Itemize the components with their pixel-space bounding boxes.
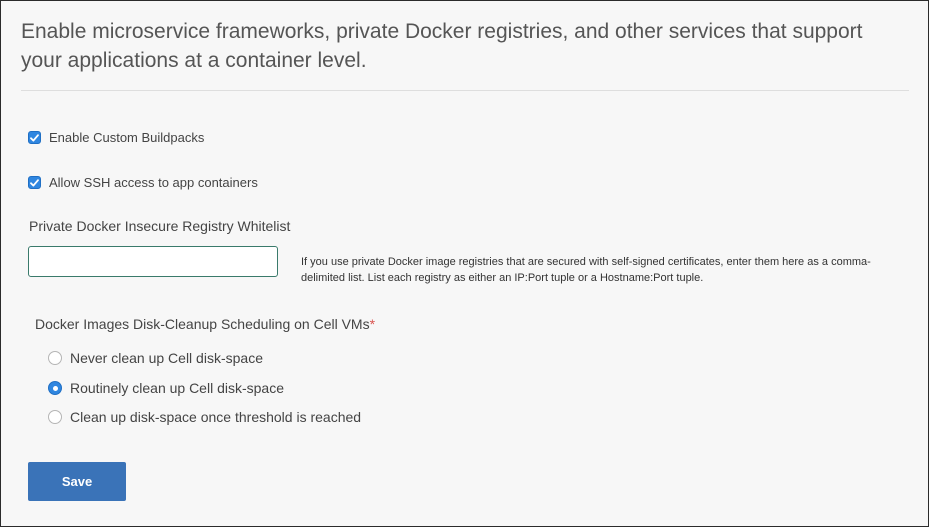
radio-routine-cleanup[interactable] bbox=[48, 381, 62, 395]
radio-threshold-cleanup-label: Clean up disk-space once threshold is re… bbox=[70, 409, 362, 425]
intro-text: Enable microservice frameworks, private … bbox=[21, 20, 863, 72]
settings-panel: Enable microservice frameworks, private … bbox=[0, 0, 929, 527]
divider bbox=[21, 90, 909, 91]
radio-threshold-cleanup[interactable] bbox=[48, 410, 62, 424]
radio-never-cleanup-label: Never clean up Cell disk-space bbox=[70, 350, 263, 366]
whitelist-input[interactable] bbox=[28, 246, 278, 277]
whitelist-label: Private Docker Insecure Registry Whiteli… bbox=[29, 218, 291, 234]
radio-threshold-cleanup-row[interactable]: Clean up disk-space once threshold is re… bbox=[48, 409, 361, 425]
save-button[interactable]: Save bbox=[28, 462, 126, 501]
cleanup-group-label: Docker Images Disk-Cleanup Scheduling on… bbox=[35, 316, 375, 332]
radio-routine-cleanup-row[interactable]: Routinely clean up Cell disk-space bbox=[48, 380, 284, 396]
radio-routine-cleanup-label: Routinely clean up Cell disk-space bbox=[70, 380, 284, 396]
enable-custom-buildpacks-checkbox-row[interactable]: Enable Custom Buildpacks bbox=[28, 130, 204, 145]
radio-never-cleanup[interactable] bbox=[48, 351, 62, 365]
allow-ssh-checkbox[interactable] bbox=[28, 176, 41, 189]
required-mark: * bbox=[369, 316, 376, 332]
radio-never-cleanup-row[interactable]: Never clean up Cell disk-space bbox=[48, 350, 263, 366]
enable-custom-buildpacks-checkbox[interactable] bbox=[28, 131, 41, 144]
whitelist-help-text: If you use private Docker image registri… bbox=[301, 256, 871, 284]
allow-ssh-label: Allow SSH access to app containers bbox=[49, 175, 258, 190]
enable-custom-buildpacks-label: Enable Custom Buildpacks bbox=[49, 130, 205, 145]
checkmark-icon bbox=[30, 133, 39, 141]
cleanup-group-label-text: Docker Images Disk-Cleanup Scheduling on… bbox=[35, 316, 370, 332]
checkmark-icon bbox=[30, 178, 39, 186]
allow-ssh-checkbox-row[interactable]: Allow SSH access to app containers bbox=[28, 175, 258, 190]
radio-selected-dot bbox=[52, 385, 58, 391]
